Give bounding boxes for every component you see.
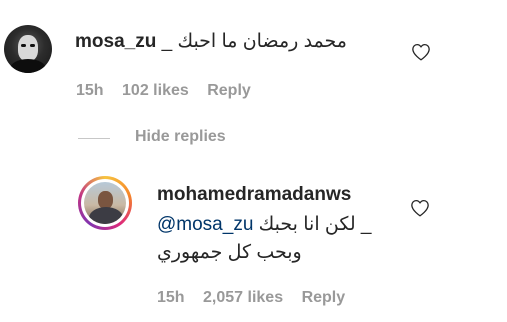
comment-text: محمد رمضان ما احبك _ <box>161 31 347 52</box>
mask-figure <box>18 35 38 61</box>
comment-likes[interactable]: 102 likes <box>122 82 189 99</box>
replies-divider <box>78 138 110 139</box>
reply-likes[interactable]: 2,057 likes <box>203 289 283 306</box>
like-heart-icon[interactable] <box>411 43 431 61</box>
reply-text-line-2: وبحب كل جمهوري <box>157 242 302 263</box>
comment-reply-button[interactable]: Reply <box>207 82 251 99</box>
comment-meta: 15h 102 likes Reply <box>76 82 265 100</box>
comment-time[interactable]: 15h <box>76 82 104 99</box>
comment-row: mosa_zu محمد رمضان ما احبك _ <box>75 30 347 53</box>
reply-text-line-1: @mosa_zu _ لكن انا بحبك <box>157 213 371 236</box>
reply-text: _ لكن انا بحبك <box>258 214 372 235</box>
reply-meta: 15h 2,057 likes Reply <box>157 289 359 307</box>
reply-time[interactable]: 15h <box>157 289 185 306</box>
commenter-avatar[interactable] <box>4 25 52 73</box>
replier-avatar[interactable] <box>78 176 132 230</box>
commenter-username[interactable]: mosa_zu <box>75 31 156 52</box>
reply-mention[interactable]: @mosa_zu <box>157 214 253 235</box>
replier-username[interactable]: mohamedramadanws <box>157 184 351 206</box>
replier-photo <box>84 182 126 224</box>
story-ring-gap <box>81 179 129 227</box>
reply-like-heart-icon[interactable] <box>410 199 430 217</box>
hide-replies-button[interactable]: Hide replies <box>135 128 226 146</box>
reply-reply-button[interactable]: Reply <box>302 289 346 306</box>
